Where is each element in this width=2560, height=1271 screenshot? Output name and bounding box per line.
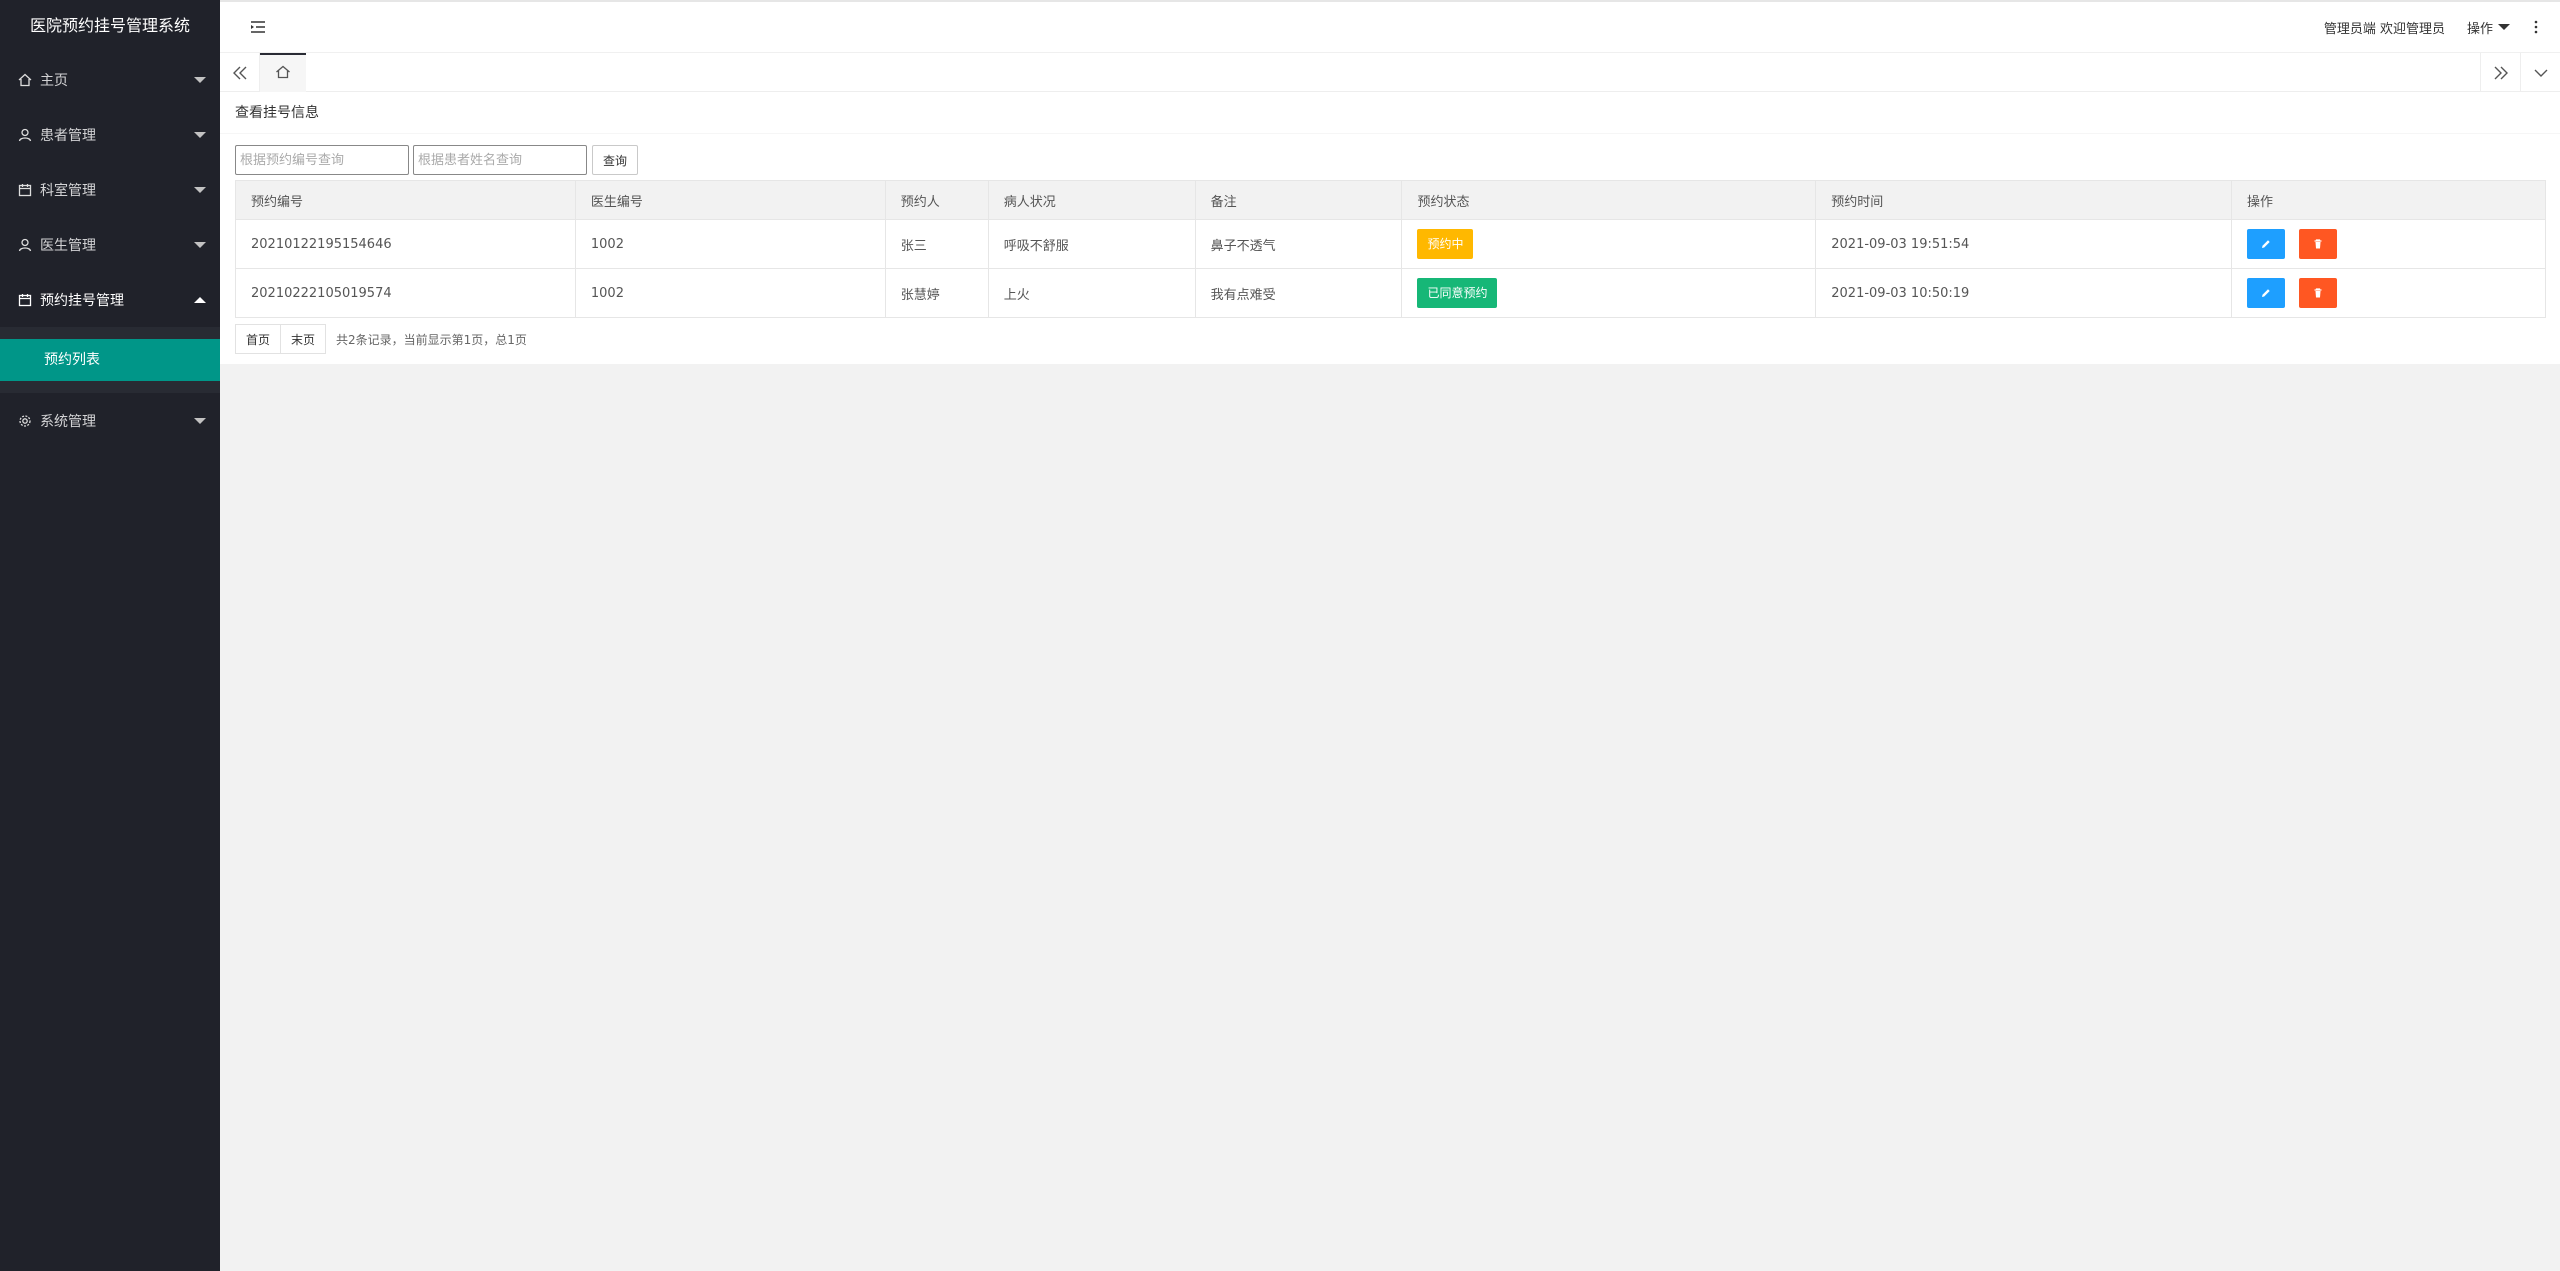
chevron-down-icon	[194, 241, 206, 248]
sidebar-item-system[interactable]: 系统管理	[0, 393, 220, 448]
pencil-icon	[2262, 240, 2270, 248]
chevron-down-icon	[194, 417, 206, 424]
calendar-icon	[18, 293, 40, 307]
first-page-button[interactable]: 首页	[235, 324, 282, 354]
calendar-icon	[18, 183, 40, 197]
chevron-down-icon[interactable]	[2520, 53, 2560, 92]
column-header: 预约状态	[1401, 180, 1817, 220]
trash-icon	[2314, 288, 2322, 298]
sidebar-item-label: 医生管理	[40, 237, 96, 254]
double-chevron-right-icon[interactable]	[2480, 53, 2520, 92]
pagination-info: 共2条记录，当前显示第1页，总1页	[336, 332, 527, 347]
trash-icon	[2314, 239, 2322, 249]
sidebar-item-label: 预约挂号管理	[40, 292, 124, 309]
appointment-id-cell: 20210122195154646	[235, 219, 576, 269]
sidebar-item-doctors[interactable]: 医生管理	[0, 217, 220, 272]
status-cell: 预约中	[1401, 219, 1817, 269]
welcome-text: 管理员端 欢迎管理员	[2323, 21, 2445, 37]
sidebar-item-label: 系统管理	[40, 413, 96, 430]
patient-cell: 张慧婷	[884, 268, 989, 318]
time-cell: 2021-09-03 10:50:19	[1815, 268, 2233, 318]
user-icon	[18, 128, 40, 142]
column-header: 预约人	[884, 180, 989, 220]
sidebar-item-departments[interactable]: 科室管理	[0, 162, 220, 217]
operations-label: 操作	[2466, 21, 2493, 37]
column-header: 预约时间	[1815, 180, 2233, 220]
double-chevron-left-icon[interactable]	[220, 53, 260, 92]
doctor-id-cell: 1002	[574, 268, 886, 318]
appointment-id-cell: 20210222105019574	[235, 268, 576, 318]
top-header: 管理员端 欢迎管理员 操作	[220, 0, 2560, 52]
tab-home[interactable]	[260, 53, 306, 92]
page-title: 查看挂号信息	[220, 92, 2560, 134]
tabs-bar	[220, 52, 2560, 92]
time-cell: 2021-09-03 19:51:54	[1815, 219, 2233, 269]
column-header: 预约编号	[235, 180, 576, 220]
column-header: 医生编号	[574, 180, 886, 220]
edit-button[interactable]	[2247, 278, 2286, 308]
patient-name-search-input[interactable]	[413, 145, 587, 175]
chevron-up-icon	[194, 296, 206, 303]
remark-cell: 我有点难受	[1194, 268, 1403, 318]
table-row: 20210122195154646 1002 张三 呼吸不舒服 鼻子不透气 预约…	[235, 219, 2546, 269]
sidebar-item-label: 患者管理	[40, 127, 96, 144]
doctor-id-cell: 1002	[574, 219, 886, 269]
condition-cell: 上火	[987, 268, 1196, 318]
pencil-icon	[2262, 289, 2270, 297]
status-cell: 已同意预约	[1401, 268, 1817, 318]
menu-toggle-icon[interactable]	[250, 20, 270, 34]
chevron-down-icon	[194, 76, 206, 83]
sidebar-item-patients[interactable]: 患者管理	[0, 107, 220, 162]
app-logo-title: 医院预约挂号管理系统	[29, 16, 190, 35]
appointment-table: 预约编号 医生编号 预约人 病人状况 备注 预约状态 预约时间 操作 20210…	[235, 180, 2546, 318]
condition-cell: 呼吸不舒服	[987, 219, 1196, 269]
pagination: 首页 末页 共2条记录，当前显示第1页，总1页	[235, 324, 527, 354]
search-button[interactable]: 查询	[592, 145, 639, 175]
home-icon	[18, 73, 40, 87]
column-header: 病人状况	[987, 180, 1196, 220]
status-badge: 预约中	[1417, 229, 1474, 259]
sidebar-item-label: 主页	[40, 72, 68, 89]
delete-button[interactable]	[2299, 278, 2338, 308]
actions-cell	[2231, 219, 2546, 269]
appointment-id-search-input[interactable]	[235, 145, 409, 175]
sidebar-item-label: 科室管理	[40, 182, 96, 199]
content-card: 查看挂号信息 查询 预约编号 医生编号 预约人 病人状况 备注 预约状态 预约时…	[220, 92, 2560, 364]
column-header: 备注	[1194, 180, 1403, 220]
search-row: 查询	[235, 145, 639, 175]
remark-cell: 鼻子不透气	[1194, 219, 1403, 269]
user-icon	[18, 238, 40, 252]
subnav-appointments: 预约列表	[0, 327, 220, 393]
home-icon	[275, 65, 291, 83]
delete-button[interactable]	[2299, 229, 2338, 259]
table-header-row: 预约编号 医生编号 预约人 病人状况 备注 预约状态 预约时间 操作	[235, 180, 2546, 220]
patient-cell: 张三	[884, 219, 989, 269]
sidebar-subitem-appointment-list[interactable]: 预约列表	[0, 339, 220, 381]
operations-dropdown[interactable]: 操作	[2467, 18, 2510, 37]
sidebar: 医院预约挂号管理系统 主页 患者管理 科室管理 医生管理 预约挂号管理 预约列表…	[0, 0, 220, 1271]
sidebar-item-home[interactable]: 主页	[0, 52, 220, 107]
actions-cell	[2231, 268, 2546, 318]
chevron-down-icon	[2498, 24, 2510, 30]
chevron-down-icon	[194, 186, 206, 193]
chevron-down-icon	[194, 131, 206, 138]
last-page-button[interactable]: 末页	[281, 324, 327, 354]
gear-icon	[18, 414, 40, 428]
more-vertical-icon[interactable]	[2526, 20, 2546, 34]
table-row: 20210222105019574 1002 张慧婷 上火 我有点难受 已同意预…	[235, 268, 2546, 318]
edit-button[interactable]	[2247, 229, 2286, 259]
status-badge: 已同意预约	[1417, 278, 1498, 308]
sidebar-item-appointments[interactable]: 预约挂号管理	[0, 272, 220, 327]
column-header: 操作	[2231, 180, 2546, 220]
